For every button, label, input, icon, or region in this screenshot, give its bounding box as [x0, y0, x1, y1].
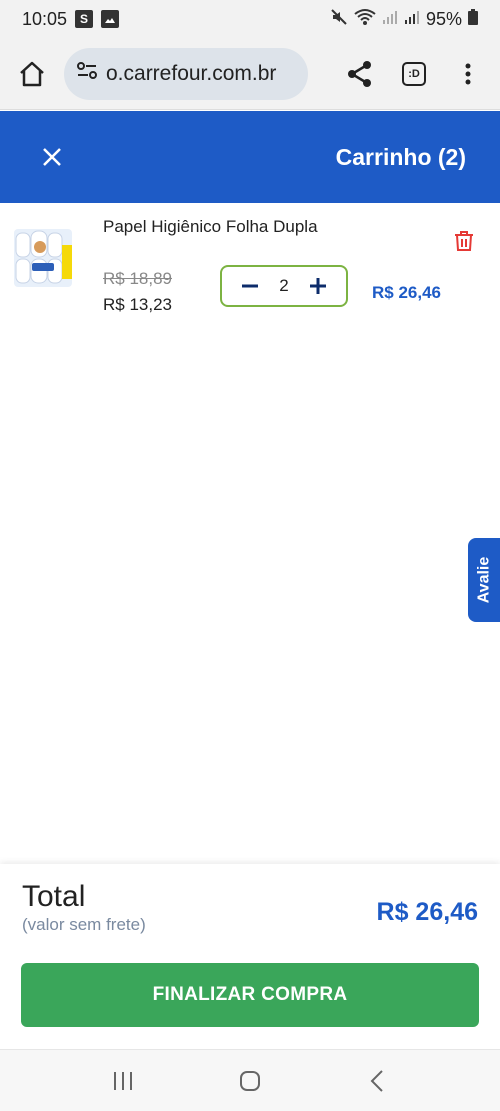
decrease-quantity-button[interactable]	[238, 274, 262, 298]
total-note: (valor sem frete)	[22, 915, 146, 934]
address-bar[interactable]: o.carrefour.com.br	[64, 47, 308, 100]
cart-item: Papel Higiênico Folha Dupla R$ 18,89 R$ …	[0, 203, 500, 323]
quantity-stepper: 2	[220, 265, 348, 307]
product-image[interactable]	[12, 225, 74, 291]
battery-percent: 95%	[425, 8, 462, 29]
cart-header: Carrinho (2)	[0, 111, 500, 203]
more-options-icon[interactable]	[450, 56, 486, 92]
total-value: R$ 26,46	[376, 898, 478, 926]
share-icon[interactable]	[342, 56, 378, 92]
notification-s-icon: S	[75, 10, 94, 28]
system-nav-bar	[0, 1049, 500, 1111]
signal-icon-2	[404, 9, 420, 30]
home-icon[interactable]	[14, 56, 50, 92]
back-icon[interactable]	[357, 1061, 397, 1101]
original-price: R$ 18,89	[103, 269, 172, 288]
checkout-button[interactable]: FINALIZAR COMPRA	[21, 963, 479, 1027]
battery-icon	[468, 8, 478, 30]
tab-switcher-button[interactable]: :D	[396, 56, 432, 92]
feedback-tab[interactable]: Avalie	[468, 538, 500, 622]
status-time: 10:05	[22, 8, 68, 29]
quantity-value: 2	[279, 276, 289, 295]
product-name[interactable]: Papel Higiênico Folha Dupla	[103, 217, 318, 237]
cart-title: Carrinho (2)	[335, 143, 466, 170]
url-text: o.carrefour.com.br	[106, 61, 277, 85]
close-icon[interactable]	[34, 139, 70, 175]
recent-apps-icon[interactable]	[103, 1061, 143, 1101]
mute-icon	[330, 8, 348, 31]
signal-icon-1	[382, 9, 398, 30]
trash-icon[interactable]	[452, 229, 476, 253]
unit-price: R$ 13,23	[103, 295, 172, 314]
status-bar: 10:05 S 95%	[0, 0, 500, 38]
browser-toolbar: o.carrefour.com.br :D	[0, 38, 500, 110]
home-nav-icon[interactable]	[230, 1061, 270, 1101]
increase-quantity-button[interactable]	[306, 274, 330, 298]
order-summary: Total (valor sem frete) R$ 26,46 FINALIZ…	[0, 864, 500, 1049]
tab-count: :D	[402, 61, 426, 86]
site-settings-icon[interactable]	[76, 60, 98, 87]
wifi-icon	[354, 8, 376, 31]
gallery-notification-icon	[101, 10, 120, 28]
total-label: Total	[22, 880, 86, 913]
feedback-tab-label: Avalie	[475, 556, 493, 604]
line-total: R$ 26,46	[372, 283, 441, 302]
